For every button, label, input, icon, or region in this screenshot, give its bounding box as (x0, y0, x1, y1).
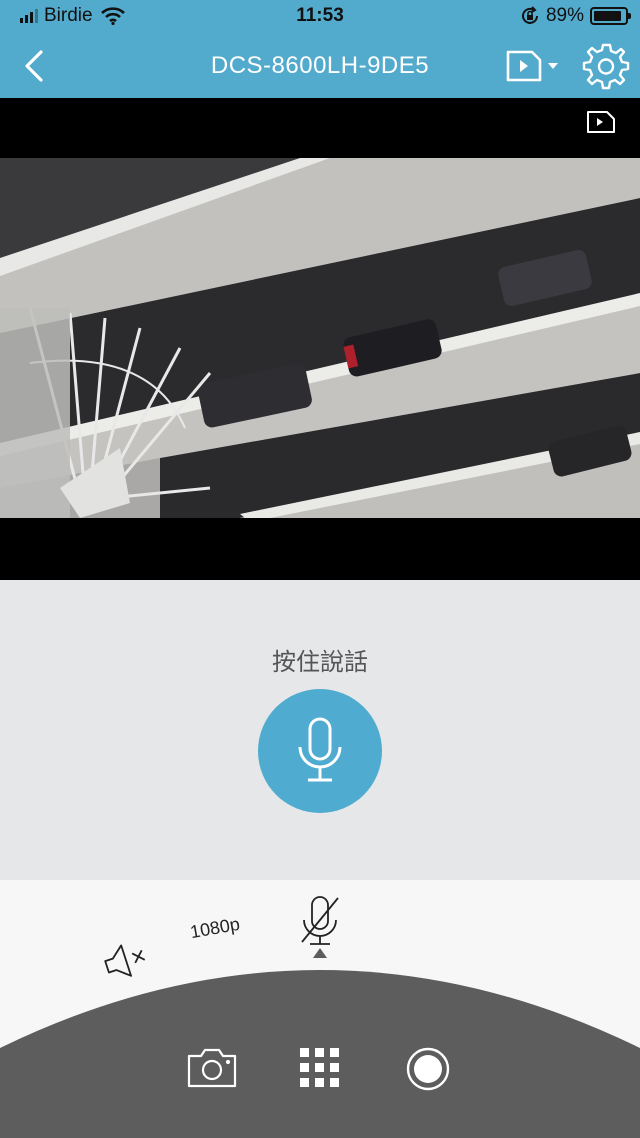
status-bar: Birdie 11:53 89% (0, 0, 640, 34)
orientation-lock-icon (522, 6, 538, 24)
camera-live-view (0, 158, 640, 518)
playback-icon[interactable] (586, 110, 616, 134)
record-icon[interactable] (405, 1046, 451, 1092)
battery-icon (590, 7, 631, 25)
grid-icon[interactable] (298, 1046, 342, 1090)
push-to-talk-button[interactable] (258, 689, 382, 813)
microphone-off-icon[interactable] (298, 894, 342, 950)
gear-icon[interactable] (582, 42, 630, 90)
video-player[interactable] (0, 98, 640, 580)
status-right: 89% (520, 5, 631, 27)
nav-bar: DCS-8600LH-9DE5 (0, 34, 640, 98)
playback-dropdown-icon[interactable] (504, 48, 562, 84)
camera-icon[interactable] (186, 1046, 238, 1090)
microphone-icon (298, 717, 342, 782)
speaker-muted-icon[interactable] (100, 938, 156, 982)
battery-percent: 89% (545, 5, 584, 26)
push-to-talk-label: 按住說話 (272, 649, 368, 676)
